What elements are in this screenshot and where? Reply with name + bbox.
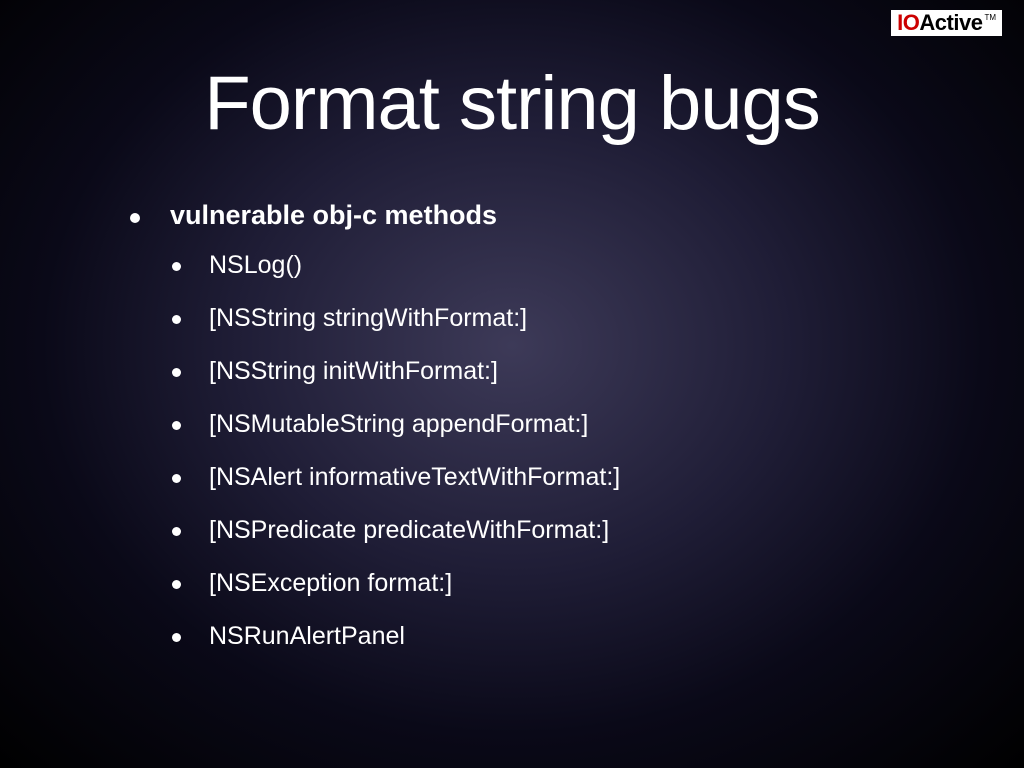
bullet-icon: [172, 368, 181, 377]
bullet-icon: [172, 315, 181, 324]
main-bullet: vulnerable obj-c methods: [130, 200, 620, 231]
list-item: [NSAlert informativeTextWithFormat:]: [172, 463, 620, 492]
logo-active-text: Active: [919, 12, 982, 34]
list-item: NSLog(): [172, 251, 620, 280]
bullet-icon: [172, 474, 181, 483]
sub-bullet-text: [NSException format:]: [209, 569, 452, 598]
logo-io-text: IO: [897, 12, 919, 34]
list-item: NSRunAlertPanel: [172, 622, 620, 651]
brand-logo: IOActiveTM: [891, 10, 1002, 36]
sub-bullet-text: [NSPredicate predicateWithFormat:]: [209, 516, 609, 545]
sub-bullet-text: [NSMutableString appendFormat:]: [209, 410, 588, 439]
list-item: [NSMutableString appendFormat:]: [172, 410, 620, 439]
bullet-icon: [172, 580, 181, 589]
sub-bullet-list: NSLog() [NSString stringWithFormat:] [NS…: [172, 251, 620, 651]
sub-bullet-text: [NSString initWithFormat:]: [209, 357, 498, 386]
logo-tm-text: TM: [984, 14, 996, 22]
sub-bullet-text: NSLog(): [209, 251, 302, 280]
list-item: [NSString stringWithFormat:]: [172, 304, 620, 333]
sub-bullet-text: [NSString stringWithFormat:]: [209, 304, 527, 333]
bullet-icon: [172, 633, 181, 642]
sub-bullet-text: [NSAlert informativeTextWithFormat:]: [209, 463, 620, 492]
list-item: [NSString initWithFormat:]: [172, 357, 620, 386]
list-item: [NSException format:]: [172, 569, 620, 598]
main-bullet-text: vulnerable obj-c methods: [170, 200, 497, 231]
bullet-icon: [172, 262, 181, 271]
sub-bullet-text: NSRunAlertPanel: [209, 622, 405, 651]
bullet-icon: [172, 527, 181, 536]
bullet-icon: [130, 213, 140, 223]
slide-title: Format string bugs: [0, 60, 1024, 147]
bullet-icon: [172, 421, 181, 430]
slide-content: vulnerable obj-c methods NSLog() [NSStri…: [130, 200, 620, 675]
list-item: [NSPredicate predicateWithFormat:]: [172, 516, 620, 545]
